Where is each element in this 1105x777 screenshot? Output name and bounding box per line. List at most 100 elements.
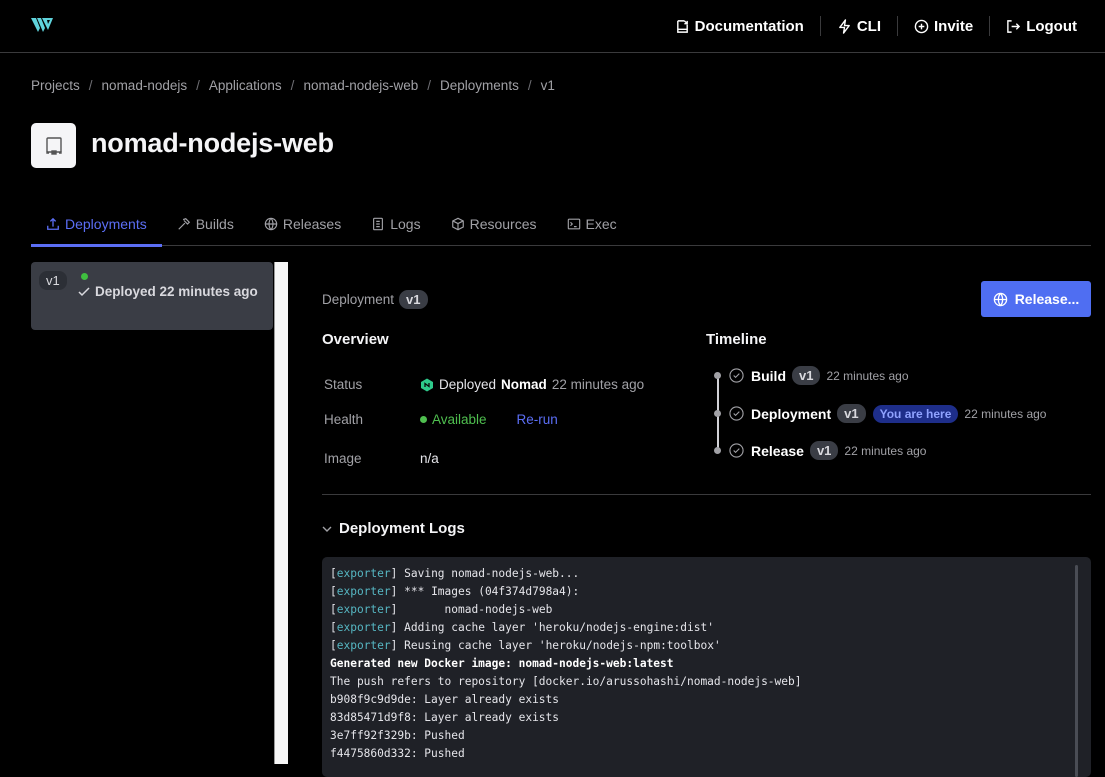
upload-icon: [47, 217, 59, 230]
log-text: Saving nomad-nodejs-web...: [397, 567, 580, 580]
version-badge: v1: [809, 441, 839, 460]
log-line: [exporter] *** Images (04f374d798a4):: [330, 583, 1083, 601]
image-label: Image: [324, 451, 362, 466]
version-badge: v1: [792, 366, 821, 385]
log-tag: exporter: [336, 639, 391, 652]
health-status: Available: [420, 412, 487, 427]
log-text: 83d85471d9f8: Layer already exists: [330, 711, 560, 724]
log-bracket: [: [330, 639, 337, 652]
breadcrumb-application[interactable]: nomad-nodejs-web: [303, 78, 418, 93]
breadcrumb-separator: /: [290, 78, 295, 93]
check-circle-icon: [729, 443, 744, 458]
overview-health-row: Health Available Re-run: [324, 412, 558, 427]
tab-label: Deployments: [65, 216, 147, 232]
log-bracket: [: [330, 603, 337, 616]
release-button[interactable]: Release...: [981, 281, 1091, 317]
timeline-item-deployment[interactable]: Deployment v1 You are here 22 minutes ag…: [714, 404, 1046, 423]
tab-deployments[interactable]: Deployments: [31, 202, 162, 247]
breadcrumb-project[interactable]: nomad-nodejs: [102, 78, 188, 93]
check-circle-icon: [729, 406, 744, 421]
status-platform: Nomad: [501, 377, 547, 392]
logs-scrollbar[interactable]: [1075, 565, 1078, 777]
tab-label: Logs: [390, 216, 421, 232]
application-icon: [45, 136, 62, 155]
overview-status-row: Status Deployed Nomad 22 minutes ago: [324, 377, 644, 392]
log-text: Reusing cache layer 'heroku/nodejs-npm:t…: [397, 639, 721, 652]
deployment-list-item[interactable]: v1 Deployed 22 minutes ago: [31, 262, 273, 330]
log-line: b908f9c9d9de: Layer already exists: [330, 691, 1083, 709]
log-text: Adding cache layer 'heroku/nodejs-engine…: [397, 621, 714, 634]
tab-resources[interactable]: Resources: [436, 202, 552, 246]
nav-separator: [989, 16, 991, 36]
timeline-item-time: 22 minutes ago: [964, 406, 1047, 421]
health-text: Available: [432, 412, 487, 427]
breadcrumb: Projects / nomad-nodejs / Applications /…: [31, 78, 555, 93]
nav-separator: [819, 16, 821, 36]
deployment-status-text: Deployed 22 minutes ago: [95, 284, 258, 299]
log-line: [exporter] Adding cache layer 'heroku/no…: [330, 619, 1083, 637]
deployments-sidebar: v1 Deployed 22 minutes ago: [31, 262, 273, 330]
timeline-item-time: 22 minutes ago: [826, 368, 909, 383]
health-value: Available Re-run: [420, 412, 558, 427]
log-line: 83d85471d9f8: Layer already exists: [330, 709, 1083, 727]
breadcrumb-separator: /: [88, 78, 93, 93]
tab-releases[interactable]: Releases: [249, 202, 356, 246]
timeline-item-name: Release: [751, 442, 804, 459]
timeline-item-name: Build: [751, 367, 786, 384]
log-text: b908f9c9d9de: Layer already exists: [330, 693, 560, 706]
log-line: Generated new Docker image: nomad-nodejs…: [330, 655, 1083, 673]
application-icon-tile: [31, 123, 76, 168]
deployment-logs-toggle[interactable]: Deployment Logs: [322, 520, 465, 537]
check-circle-icon: [729, 368, 744, 383]
deployment-logs: [exporter] Saving nomad-nodejs-web... [ex…: [322, 557, 1091, 777]
breadcrumb-separator: /: [527, 78, 532, 93]
version-badge: v1: [399, 290, 428, 309]
cli-link[interactable]: CLI: [837, 18, 881, 35]
deployment-logs-title: Deployment Logs: [339, 520, 465, 537]
breadcrumb-deployments[interactable]: Deployments: [440, 78, 519, 93]
timeline-item-build[interactable]: Build v1 22 minutes ago: [714, 366, 909, 385]
resize-handle[interactable]: [274, 262, 288, 764]
timeline-item-release[interactable]: Release v1 22 minutes ago: [714, 441, 926, 460]
terminal-icon: [567, 218, 580, 230]
waypoint-logo-icon[interactable]: [31, 18, 53, 34]
chevron-down-icon: [322, 526, 332, 532]
tab-label: Releases: [282, 216, 342, 232]
tab-label: Builds: [195, 216, 234, 232]
logout-label: Logout: [1026, 17, 1077, 35]
version-badge: v1: [39, 271, 67, 290]
nav-separator: [897, 16, 898, 36]
invite-link[interactable]: Invite: [914, 18, 973, 35]
plus-circle-icon: [914, 19, 929, 33]
tab-exec[interactable]: Exec: [552, 202, 632, 246]
tab-logs[interactable]: Logs: [356, 202, 435, 246]
logout-icon: [1007, 19, 1021, 33]
log-text: 3e7ff92f329b: Pushed: [330, 729, 465, 742]
app-tabs: Deployments Builds Releases Logs Resourc…: [31, 202, 1091, 247]
timeline-title: Timeline: [706, 331, 767, 348]
log-text: nomad-nodejs-web: [397, 603, 553, 616]
log-tag: exporter: [336, 603, 391, 616]
documentation-link[interactable]: Documentation: [675, 18, 804, 35]
documentation-label: Documentation: [694, 17, 804, 35]
breadcrumb-projects[interactable]: Projects: [31, 78, 80, 93]
status-label: Status: [324, 377, 363, 392]
log-line: The push refers to repository [docker.io…: [330, 673, 1083, 691]
log-bracket: [: [330, 567, 337, 580]
log-bracket: [: [330, 585, 337, 598]
cli-label: CLI: [856, 17, 881, 35]
breadcrumb-applications[interactable]: Applications: [209, 78, 282, 93]
overview-image-row: Image n/a: [324, 451, 439, 466]
timeline-dot: [714, 447, 721, 454]
top-bar: Documentation CLI Invite Logout: [0, 0, 1105, 53]
section-divider: [322, 494, 1091, 495]
rerun-link[interactable]: Re-run: [517, 412, 558, 427]
globe-icon: [264, 217, 278, 231]
tab-label: Resources: [469, 216, 537, 232]
logout-link[interactable]: Logout: [1006, 18, 1077, 35]
timeline-item-name: Deployment: [751, 405, 832, 422]
lightning-icon: [838, 18, 850, 34]
log-text: f4475860d332: Pushed: [330, 747, 465, 760]
log-tag: exporter: [336, 567, 391, 580]
tab-builds[interactable]: Builds: [162, 202, 249, 246]
